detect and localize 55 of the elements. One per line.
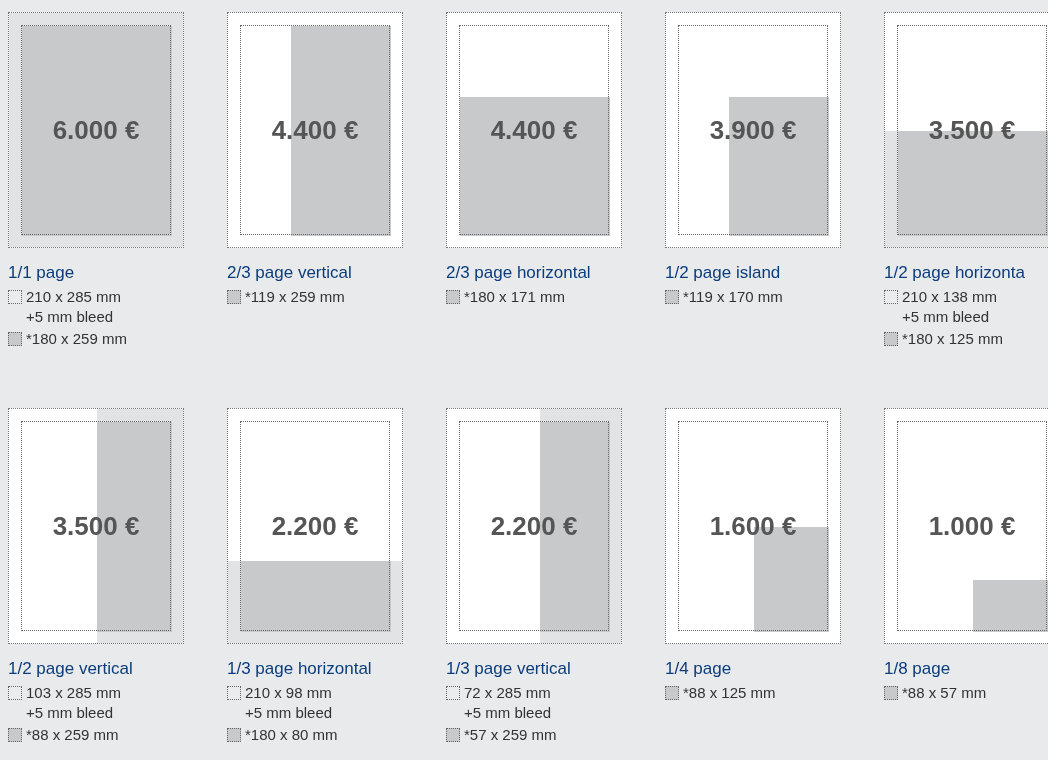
- size-text: *119 x 259 mm: [245, 287, 345, 307]
- price-label: 3.900 €: [709, 113, 797, 147]
- format-title: 2/3 page horizontal: [446, 262, 591, 284]
- size-text: *180 x 259 mm: [26, 329, 127, 349]
- format-title: 1/8 page: [884, 658, 951, 680]
- size-text: *88 x 125 mm: [683, 683, 776, 703]
- size-text: *88 x 57 mm: [902, 683, 987, 703]
- price-label: 4.400 €: [271, 113, 359, 147]
- type-area-icon: [884, 686, 898, 700]
- size-text: *119 x 170 mm: [683, 287, 783, 307]
- price-label: 4.400 €: [490, 113, 578, 147]
- bleed-note: +5 mm bleed: [464, 703, 552, 723]
- format-title: 1/3 page horizontal: [227, 658, 372, 680]
- format-title: 1/4 page: [665, 658, 732, 680]
- type-area-icon: [446, 728, 460, 742]
- type-area-icon: [665, 290, 679, 304]
- price-label: 2.200 €: [490, 509, 578, 543]
- size-text: *180 x 171 mm: [464, 287, 565, 307]
- size-text: 103 x 285 mm: [26, 683, 122, 703]
- format-title: 2/3 page vertical: [227, 262, 352, 284]
- size-text: *88 x 259 mm: [26, 725, 119, 745]
- size-text: *57 x 259 mm: [464, 725, 557, 745]
- bleed-note: +5 mm bleed: [26, 703, 115, 723]
- bleed-note: +5 mm bleed: [245, 703, 333, 723]
- price-label: 3.500 €: [52, 509, 140, 543]
- price-label: 3.500 €: [928, 113, 1016, 147]
- size-text: *180 x 80 mm: [245, 725, 338, 745]
- format-title: 1/2 page horizonta: [884, 262, 1025, 284]
- type-area-icon: [8, 728, 22, 742]
- price-label: 2.200 €: [271, 509, 359, 543]
- size-text: *180 x 125 mm: [902, 329, 1003, 349]
- format-title: 1/2 page island: [665, 262, 781, 284]
- type-area-icon: [8, 332, 22, 346]
- size-text: 210 x 98 mm: [245, 683, 333, 703]
- price-label: 1.000 €: [928, 509, 1016, 543]
- bleed-note: +5 mm bleed: [902, 307, 991, 327]
- price-label: 6.000 €: [52, 113, 140, 147]
- bleed-note: +5 mm bleed: [26, 307, 115, 327]
- format-title: 1/2 page vertical: [8, 658, 133, 680]
- type-area-icon: [446, 290, 460, 304]
- trim-size-icon: [884, 290, 898, 304]
- size-text: 210 x 285 mm: [26, 287, 122, 307]
- trim-size-icon: [227, 686, 241, 700]
- trim-size-icon: [8, 686, 22, 700]
- type-area-icon: [227, 728, 241, 742]
- trim-size-icon: [8, 290, 22, 304]
- size-text: 210 x 138 mm: [902, 287, 998, 307]
- format-title: 1/1 page: [8, 262, 75, 284]
- price-label: 1.600 €: [709, 509, 797, 543]
- trim-size-icon: [446, 686, 460, 700]
- type-area-icon: [884, 332, 898, 346]
- type-area-icon: [227, 290, 241, 304]
- type-area-icon: [665, 686, 679, 700]
- format-title: 1/3 page vertical: [446, 658, 571, 680]
- size-text: 72 x 285 mm: [464, 683, 552, 703]
